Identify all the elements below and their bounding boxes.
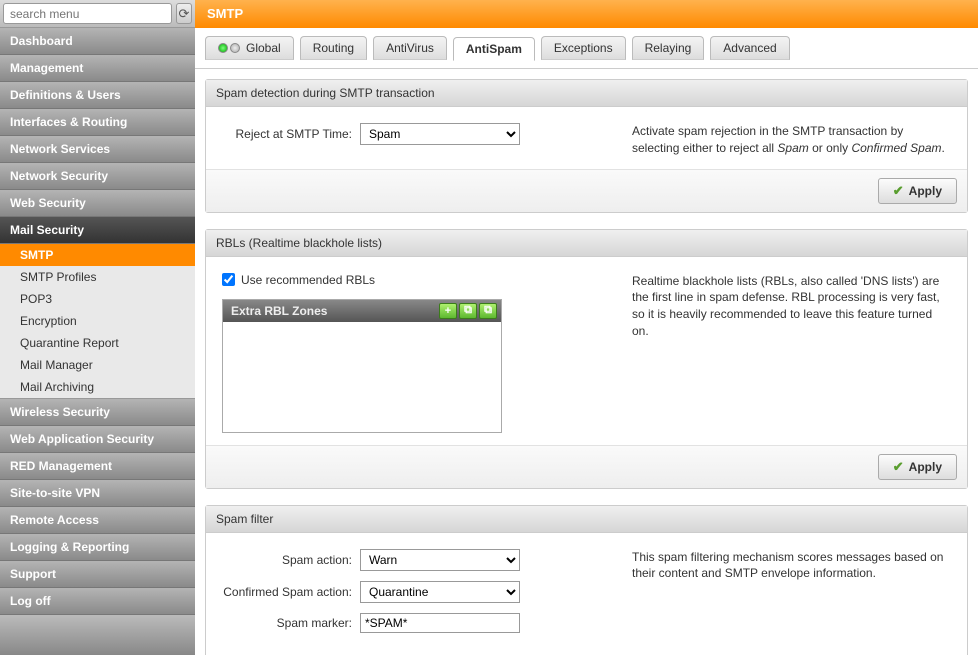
check-icon: ✔ xyxy=(893,459,904,475)
sidebar-item-wireless-security[interactable]: Wireless Security xyxy=(0,399,195,426)
sidebar-sub-quarantine-report[interactable]: Quarantine Report xyxy=(0,332,195,354)
sidebar-sub-mail-manager[interactable]: Mail Manager xyxy=(0,354,195,376)
tab-label: Exceptions xyxy=(554,41,613,55)
listbox-title: Extra RBL Zones xyxy=(231,304,327,318)
tab-label: Routing xyxy=(313,41,354,55)
search-row: ⟳ xyxy=(0,0,195,28)
use-recommended-rbls-checkbox[interactable] xyxy=(222,273,235,286)
mail-security-subnav: SMTP SMTP Profiles POP3 Encryption Quara… xyxy=(0,244,195,399)
status-leds xyxy=(218,43,240,53)
content-area: Global Routing AntiVirus AntiSpam Except… xyxy=(195,28,978,655)
sidebar-item-definitions-users[interactable]: Definitions & Users xyxy=(0,82,195,109)
tab-label: Global xyxy=(246,41,281,55)
apply-button[interactable]: ✔ Apply xyxy=(878,178,957,204)
panel1-description: Activate spam rejection in the SMTP tran… xyxy=(632,123,951,157)
folder-import-icon[interactable]: ⧉ xyxy=(459,303,477,319)
sidebar-spacer xyxy=(0,615,195,655)
folder-export-icon[interactable]: ⧉ xyxy=(479,303,497,319)
panel3-description: This spam filtering mechanism scores mes… xyxy=(632,549,951,643)
sidebar-item-web-security[interactable]: Web Security xyxy=(0,190,195,217)
panel-header: Spam filter xyxy=(206,506,967,533)
listbox-body[interactable] xyxy=(223,322,501,432)
sidebar-sub-smtp-profiles[interactable]: SMTP Profiles xyxy=(0,266,195,288)
tab-label: AntiSpam xyxy=(466,42,522,56)
panel-spam-filter: Spam filter Spam action: Warn Confirmed … xyxy=(205,505,968,655)
sidebar-sub-smtp[interactable]: SMTP xyxy=(0,244,195,266)
panel-header: RBLs (Realtime blackhole lists) xyxy=(206,230,967,257)
use-recommended-rbls-label: Use recommended RBLs xyxy=(241,273,375,287)
led-off-icon xyxy=(230,43,240,53)
tab-antispam[interactable]: AntiSpam xyxy=(453,37,535,61)
sidebar-item-red-management[interactable]: RED Management xyxy=(0,453,195,480)
apply-button[interactable]: ✔ Apply xyxy=(878,454,957,480)
spam-marker-input[interactable] xyxy=(360,613,520,633)
tab-exceptions[interactable]: Exceptions xyxy=(541,36,626,60)
sidebar-sub-mail-archiving[interactable]: Mail Archiving xyxy=(0,376,195,398)
refresh-icon[interactable]: ⟳ xyxy=(176,3,192,24)
led-on-icon xyxy=(218,43,228,53)
sidebar-sub-encryption[interactable]: Encryption xyxy=(0,310,195,332)
sidebar-item-web-application-security[interactable]: Web Application Security xyxy=(0,426,195,453)
confirmed-spam-action-select[interactable]: Quarantine xyxy=(360,581,520,603)
sidebar-item-mail-security[interactable]: Mail Security xyxy=(0,217,195,244)
search-input[interactable] xyxy=(3,3,172,24)
tab-global[interactable]: Global xyxy=(205,36,294,60)
sidebar-sub-pop3[interactable]: POP3 xyxy=(0,288,195,310)
main: SMTP Global Routing AntiVirus AntiSpam E… xyxy=(195,0,978,655)
add-icon[interactable]: + xyxy=(439,303,457,319)
check-icon: ✔ xyxy=(893,183,904,199)
sidebar-item-log-off[interactable]: Log off xyxy=(0,588,195,615)
apply-label: Apply xyxy=(909,184,942,198)
panel-spam-detection: Spam detection during SMTP transaction R… xyxy=(205,79,968,213)
tab-advanced[interactable]: Advanced xyxy=(710,36,789,60)
sidebar-item-dashboard[interactable]: Dashboard xyxy=(0,28,195,55)
tab-relaying[interactable]: Relaying xyxy=(632,36,705,60)
sidebar-item-management[interactable]: Management xyxy=(0,55,195,82)
reject-smtp-select[interactable]: Spam xyxy=(360,123,520,145)
tab-label: Relaying xyxy=(645,41,692,55)
sidebar-item-site-to-site-vpn[interactable]: Site-to-site VPN xyxy=(0,480,195,507)
page-title: SMTP xyxy=(195,0,978,28)
sidebar: ⟳ Dashboard Management Definitions & Use… xyxy=(0,0,195,655)
sidebar-item-network-services[interactable]: Network Services xyxy=(0,136,195,163)
extra-rbl-zones-list: Extra RBL Zones + ⧉ ⧉ xyxy=(222,299,502,433)
reject-smtp-label: Reject at SMTP Time: xyxy=(222,127,352,141)
panel-header: Spam detection during SMTP transaction xyxy=(206,80,967,107)
spam-action-select[interactable]: Warn xyxy=(360,549,520,571)
tab-label: AntiVirus xyxy=(386,41,434,55)
confirmed-spam-action-label: Confirmed Spam action: xyxy=(222,585,352,599)
panel2-description: Realtime blackhole lists (RBLs, also cal… xyxy=(632,273,951,433)
sidebar-item-remote-access[interactable]: Remote Access xyxy=(0,507,195,534)
tab-antivirus[interactable]: AntiVirus xyxy=(373,36,447,60)
tab-routing[interactable]: Routing xyxy=(300,36,367,60)
spam-action-label: Spam action: xyxy=(222,553,352,567)
panel-rbls: RBLs (Realtime blackhole lists) Use reco… xyxy=(205,229,968,489)
sidebar-item-interfaces-routing[interactable]: Interfaces & Routing xyxy=(0,109,195,136)
apply-label: Apply xyxy=(909,460,942,474)
tab-bar: Global Routing AntiVirus AntiSpam Except… xyxy=(195,36,978,69)
spam-marker-label: Spam marker: xyxy=(222,616,352,630)
sidebar-item-logging-reporting[interactable]: Logging & Reporting xyxy=(0,534,195,561)
sidebar-item-support[interactable]: Support xyxy=(0,561,195,588)
tab-label: Advanced xyxy=(723,41,776,55)
sidebar-item-network-security[interactable]: Network Security xyxy=(0,163,195,190)
